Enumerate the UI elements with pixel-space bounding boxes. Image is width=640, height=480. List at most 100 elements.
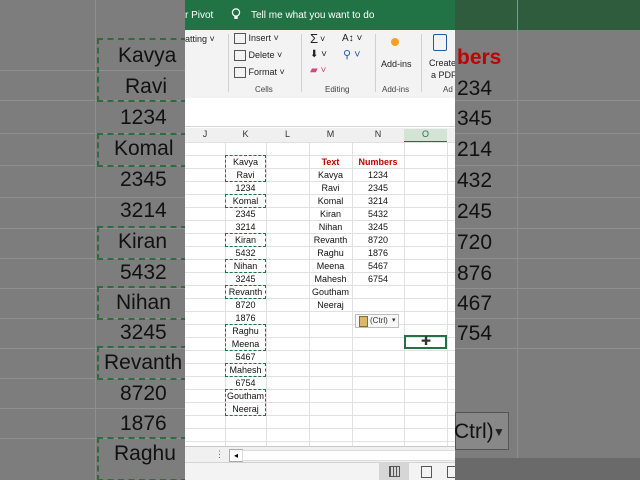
cell-text[interactable]: Kiran (309, 209, 352, 219)
bg-ribbon-strip (455, 0, 640, 30)
cell-k[interactable]: 3245 (225, 274, 266, 284)
create-pdf-icon[interactable] (433, 34, 447, 51)
create-pdf-label-2[interactable]: a PDF (431, 70, 455, 80)
ribbon: atting ˅ Insert ˅ Delete ˅ Format ˅ Cell… (185, 30, 455, 99)
scroll-left-button[interactable]: ◂ (229, 449, 243, 462)
clipboard-icon (359, 316, 368, 327)
page-layout-view-icon[interactable] (421, 466, 432, 478)
tell-me-search[interactable]: Tell me what you want to do (251, 10, 374, 21)
cell-k[interactable]: 1234 (225, 183, 266, 193)
cell-k[interactable]: 5467 (225, 352, 266, 362)
column-header-k[interactable]: K (225, 129, 266, 139)
cell-text[interactable]: Raghu (309, 248, 352, 258)
gridline (185, 142, 455, 143)
cell-text[interactable]: Mahesh (309, 274, 352, 284)
insert-label: Insert (248, 33, 272, 43)
bg-cell: 754 (457, 322, 493, 345)
create-pdf-label-1[interactable]: Create (429, 58, 455, 68)
bg-cell: 1234 (120, 106, 167, 129)
bg-cell: 1876 (120, 412, 167, 435)
cell-text[interactable]: Neeraj (309, 300, 352, 310)
cell-number[interactable]: 1876 (352, 248, 404, 258)
cell-k[interactable]: 3214 (225, 222, 266, 232)
cell-number[interactable]: 3245 (352, 222, 404, 232)
cell-number[interactable]: 1234 (352, 170, 404, 180)
delete-icon (234, 50, 246, 62)
insert-button[interactable]: Insert ˅ (234, 33, 279, 45)
background-left: Kavya Ravi 1234 Komal 2345 3214 Kiran 54… (0, 0, 185, 480)
cell-text[interactable]: Goutham (309, 287, 352, 297)
text-column-header[interactable]: Text (309, 157, 352, 167)
cell-text[interactable]: Kavya (309, 170, 352, 180)
cell-number[interactable]: 5432 (352, 209, 404, 219)
cell-text[interactable]: Komal (309, 196, 352, 206)
fill-icon[interactable]: ⬇ ˅ (310, 49, 327, 60)
cell-k[interactable]: 6754 (225, 378, 266, 388)
bg-cell: Kiran (118, 230, 168, 253)
cells-group-label: Cells (255, 85, 273, 94)
bg-cell: bers (457, 46, 502, 69)
format-icon (234, 67, 246, 79)
bg-gridline (455, 133, 640, 134)
bg-cell: 245 (457, 200, 493, 223)
paste-options-button[interactable]: (Ctrl) ▾ (355, 314, 399, 328)
cell-number[interactable]: 8720 (352, 235, 404, 245)
addins-button-label[interactable]: Add-ins (381, 59, 412, 69)
horizontal-scrollbar[interactable] (242, 450, 455, 461)
formatting-label: atting (185, 34, 208, 44)
cell-k[interactable]: 5432 (225, 248, 266, 258)
group-separator (375, 34, 376, 92)
copy-marquee (225, 155, 266, 182)
cell-text[interactable]: Revanth (309, 235, 352, 245)
bg-gridline (517, 0, 518, 480)
sheet-scroll-bar: ⋮ ◂ (185, 446, 455, 463)
cell-number[interactable]: 6754 (352, 274, 404, 284)
cell-k[interactable]: 1876 (225, 313, 266, 323)
cell-text[interactable]: Meena (309, 261, 352, 271)
find-select-icon[interactable]: ⚲ ˅ (343, 48, 361, 61)
cell-k[interactable]: 8720 (225, 300, 266, 310)
copy-marquee (225, 363, 266, 377)
column-header-o[interactable]: O (404, 129, 447, 143)
delete-button[interactable]: Delete ˅ (234, 50, 282, 62)
sort-filter-icon[interactable]: A↕ ˅ (342, 33, 362, 44)
bg-cell: 467 (457, 292, 493, 315)
bg-dropdown-icon: ▼ (493, 425, 505, 439)
cell-text[interactable]: Nihan (309, 222, 352, 232)
bg-gridline (0, 408, 185, 409)
column-header-j[interactable]: J (185, 129, 225, 139)
cell-text[interactable]: Ravi (309, 183, 352, 193)
cell-number[interactable]: 5467 (352, 261, 404, 271)
gridline (266, 142, 267, 446)
conditional-formatting-fragment[interactable]: atting ˅ (185, 34, 215, 44)
cell-number[interactable]: 2345 (352, 183, 404, 193)
cell-number[interactable]: 3214 (352, 196, 404, 206)
column-header-l[interactable]: L (266, 129, 309, 139)
column-header-m[interactable]: M (309, 129, 352, 139)
bg-gridline (455, 348, 640, 349)
gridline (404, 142, 405, 446)
column-header-n[interactable]: N (352, 129, 404, 139)
excel-window: r Pivot Tell me what you want to do atti… (185, 0, 455, 480)
normal-view-button[interactable] (379, 463, 409, 480)
bg-cell: 345 (457, 107, 493, 130)
clear-eraser-icon[interactable]: ▰ ˅ (310, 65, 326, 76)
format-button[interactable]: Format ˅ (234, 67, 285, 79)
spreadsheet-grid[interactable]: Kavya Ravi 1234 Komal 2345 3214 Kiran 54… (185, 142, 455, 446)
bg-gridline (455, 165, 640, 166)
sheet-options-icon[interactable]: ⋮ (215, 449, 224, 460)
bg-cell: 214 (457, 138, 493, 161)
pivot-tab-fragment[interactable]: r Pivot (185, 10, 213, 21)
autosum-icon[interactable]: Σ (310, 31, 318, 46)
bg-cell: Revanth (104, 351, 183, 374)
page-break-view-icon[interactable] (447, 466, 455, 478)
bg-gridline (0, 197, 185, 198)
autosum-dropdown-icon[interactable]: ˅ (320, 34, 325, 44)
numbers-column-header[interactable]: Numbers (352, 157, 404, 167)
addins-icon[interactable] (391, 38, 399, 46)
chevron-down-icon: ▾ (392, 317, 396, 324)
bg-cell: Nihan (116, 291, 171, 314)
bg-cell: 234 (457, 77, 493, 100)
cell-k[interactable]: 2345 (225, 209, 266, 219)
bg-cell: 720 (457, 231, 493, 254)
